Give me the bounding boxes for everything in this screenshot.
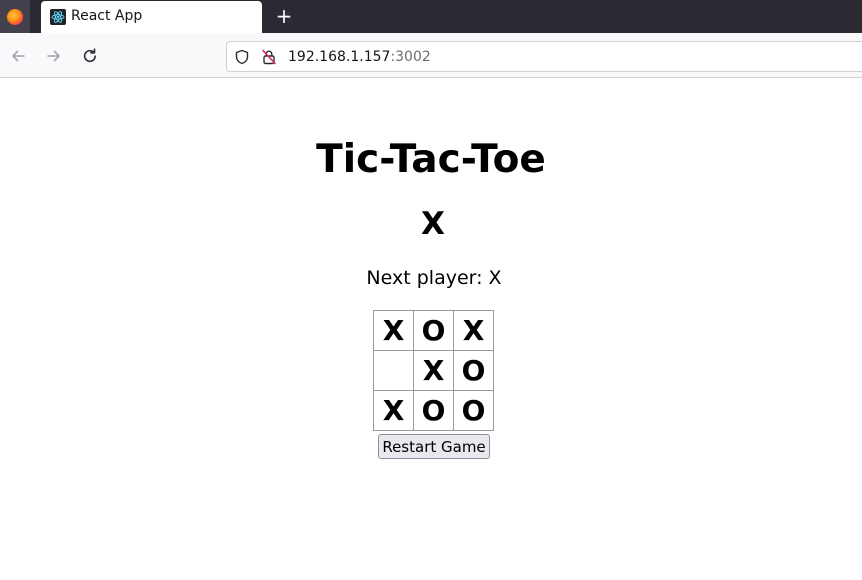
url-host: 192.168.1.157 [288, 49, 391, 65]
navigation-bar: 192.168.1.157:3002 [0, 33, 862, 78]
board-square[interactable] [373, 350, 414, 391]
tab-react-app[interactable]: React App × [41, 1, 292, 33]
board-row: X O [373, 350, 495, 391]
url-bar[interactable]: 192.168.1.157:3002 [226, 41, 862, 72]
insecure-lock-icon[interactable] [261, 49, 277, 65]
tab-title: React App [71, 8, 143, 24]
url-text[interactable]: 192.168.1.157:3002 [288, 49, 431, 65]
back-arrow-icon[interactable] [8, 46, 28, 66]
winner-mark: X [421, 206, 445, 242]
forward-arrow-icon[interactable] [44, 46, 64, 66]
new-tab-icon[interactable]: + [272, 4, 296, 28]
page-title: Tic-Tac-Toe [316, 137, 546, 182]
board-square[interactable]: O [453, 390, 494, 431]
firefox-icon [7, 8, 23, 25]
page-content: Tic-Tac-Toe X Next player: X X O X X O X… [0, 78, 862, 580]
board-square[interactable]: O [413, 310, 454, 351]
tab-strip: React App × + [0, 0, 862, 33]
game-board: X O X X O X O O [373, 310, 495, 431]
shield-icon[interactable] [234, 49, 250, 65]
board-row: X O O [373, 390, 495, 431]
url-port: :3002 [390, 49, 431, 65]
firefox-menu-button[interactable] [0, 0, 30, 33]
reload-icon[interactable] [80, 46, 100, 66]
restart-game-button[interactable]: Restart Game [378, 434, 490, 459]
board-square[interactable]: X [453, 310, 494, 351]
board-row: X O X [373, 310, 495, 351]
board-square[interactable]: X [373, 310, 414, 351]
board-square[interactable]: X [373, 390, 414, 431]
react-icon [50, 9, 66, 25]
game-status: Next player: X [366, 267, 502, 289]
board-square[interactable]: O [453, 350, 494, 391]
board-square[interactable]: O [413, 390, 454, 431]
board-square[interactable]: X [413, 350, 454, 391]
